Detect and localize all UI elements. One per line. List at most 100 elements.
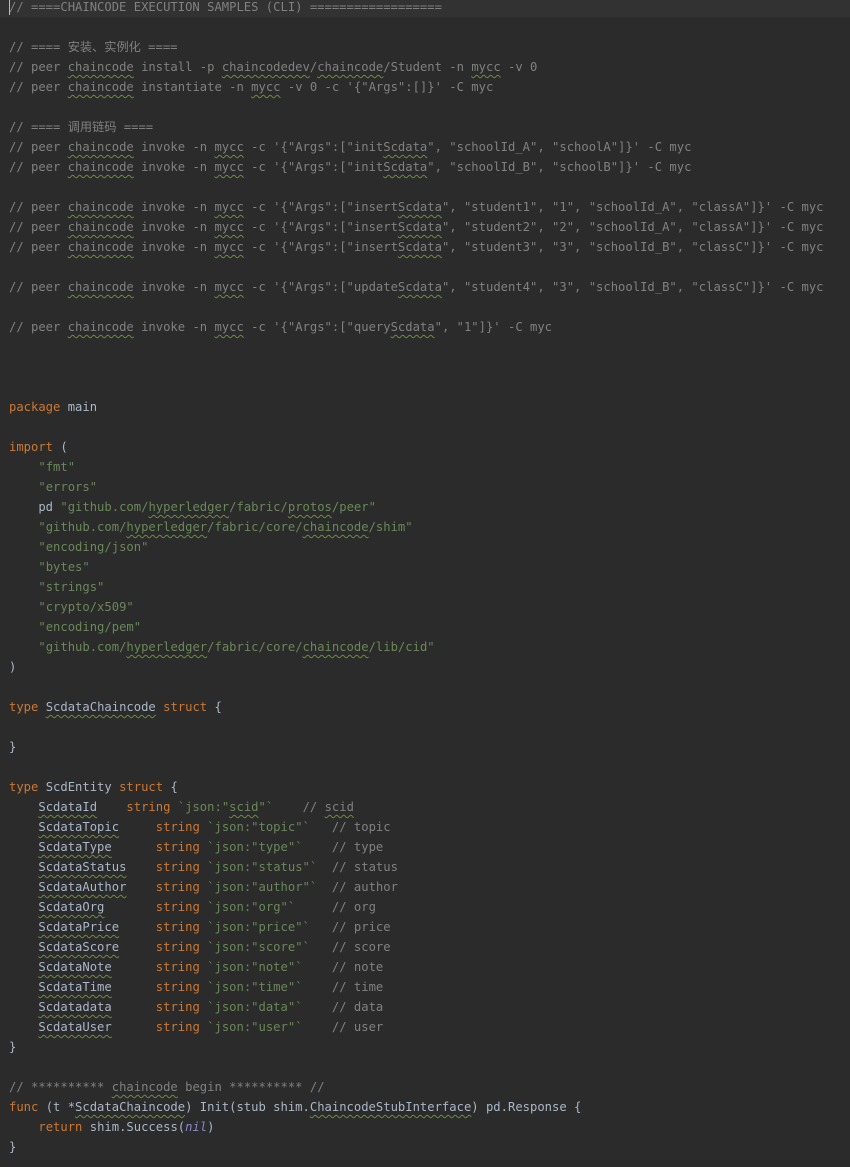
code-line-text: package main	[9, 397, 97, 417]
code-line[interactable]: "errors"	[0, 477, 850, 497]
code-line[interactable]: Scdatadata string `json:"data"` // data	[0, 997, 850, 1017]
code-line[interactable]	[0, 757, 850, 777]
code-line[interactable]	[0, 97, 850, 117]
code-line[interactable]	[0, 337, 850, 357]
code-line[interactable]	[0, 357, 850, 377]
code-line[interactable]: // peer chaincode invoke -n mycc -c '{"A…	[0, 197, 850, 217]
code-token: /peer"	[331, 500, 376, 514]
spellcheck-flagged-token: hyperledger	[148, 500, 230, 514]
code-token: shim.Success(	[82, 1120, 186, 1134]
code-line[interactable]	[0, 717, 850, 737]
code-token: // price	[331, 920, 391, 934]
code-line[interactable]: }	[0, 1037, 850, 1057]
code-token: string	[155, 980, 200, 994]
code-line[interactable]: ScdataUser string `json:"user"` // user	[0, 1017, 850, 1037]
code-line[interactable]: "fmt"	[0, 457, 850, 477]
spellcheck-flagged-token: mycc	[471, 60, 501, 74]
code-token: {	[207, 700, 222, 714]
code-line[interactable]: pd "github.com/hyperledger/fabric/protos…	[0, 497, 850, 517]
code-line[interactable]: ScdataTopic string `json:"topic"` // top…	[0, 817, 850, 837]
code-line[interactable]: // ==== 调用链码 ====	[0, 117, 850, 137]
code-line[interactable]	[0, 677, 850, 697]
code-line[interactable]: "bytes"	[0, 557, 850, 577]
code-line-text: "github.com/hyperledger/fabric/core/chai…	[9, 637, 434, 657]
code-editor[interactable]: // ====CHAINCODE EXECUTION SAMPLES (CLI)…	[0, 0, 850, 1167]
code-line[interactable]: ScdataType string `json:"type"` // type	[0, 837, 850, 857]
code-line[interactable]: "crypto/x509"	[0, 597, 850, 617]
spellcheck-flagged-token: hyperledger	[126, 520, 208, 534]
code-line[interactable]: // ==== 安装、实例化 ====	[0, 37, 850, 57]
code-token: string	[155, 1020, 200, 1034]
code-line[interactable]: type ScdataChaincode struct {	[0, 697, 850, 717]
spellcheck-flagged-token: ScdataNote	[38, 960, 112, 974]
spellcheck-flagged-token: ScdataTime	[38, 980, 112, 994]
spellcheck-flagged-token: chaincode	[67, 80, 134, 94]
code-line[interactable]: // ====CHAINCODE EXECUTION SAMPLES (CLI)…	[0, 0, 850, 17]
code-line[interactable]: }	[0, 737, 850, 757]
code-line[interactable]: // peer chaincode invoke -n mycc -c '{"A…	[0, 217, 850, 237]
code-line-text: ScdataStatus string `json:"status"` // s…	[9, 857, 398, 877]
code-line[interactable]: return shim.Success(nil)	[0, 1117, 850, 1137]
code-line[interactable]: ScdataTime string `json:"time"` // time	[0, 977, 850, 997]
code-line[interactable]	[0, 1057, 850, 1077]
code-line[interactable]: "encoding/json"	[0, 537, 850, 557]
code-line[interactable]: // peer chaincode invoke -n mycc -c '{"A…	[0, 157, 850, 177]
code-line[interactable]: // peer chaincode invoke -n mycc -c '{"A…	[0, 237, 850, 257]
code-line[interactable]: "github.com/hyperledger/fabric/core/chai…	[0, 517, 850, 537]
code-line[interactable]	[0, 377, 850, 397]
code-line[interactable]: ScdataId string `json:"scid"` // scid	[0, 797, 850, 817]
code-line[interactable]: func (t *ScdataChaincode) Init(stub shim…	[0, 1097, 850, 1117]
spellcheck-flagged-token: ChaincodeStubInterface	[309, 1100, 472, 1114]
code-line[interactable]: }	[0, 1137, 850, 1157]
spellcheck-flagged-token: Scdata	[397, 280, 442, 294]
code-token: invoke -n	[133, 200, 215, 214]
code-line[interactable]: // ********** chaincode begin **********…	[0, 1077, 850, 1097]
code-line[interactable]: "strings"	[0, 577, 850, 597]
code-token: // peer	[9, 200, 68, 214]
spellcheck-flagged-token: ScdataPrice	[38, 920, 120, 934]
code-line[interactable]: ScdataAuthor string `json:"author"` // a…	[0, 877, 850, 897]
code-line[interactable]: // peer chaincode invoke -n mycc -c '{"A…	[0, 137, 850, 157]
code-line[interactable]: // peer chaincode invoke -n mycc -c '{"A…	[0, 277, 850, 297]
code-token: invoke -n	[133, 140, 215, 154]
code-token: string	[155, 920, 200, 934]
code-line[interactable]	[0, 177, 850, 197]
code-line-text: ScdataNote string `json:"note"` // note	[9, 957, 383, 977]
code-line[interactable]: // peer chaincode install -p chaincodede…	[0, 57, 850, 77]
spellcheck-flagged-token: hyperledger	[126, 640, 208, 654]
code-line[interactable]: ScdataOrg string `json:"org"` // org	[0, 897, 850, 917]
spellcheck-flagged-token: ScdataTopic	[38, 820, 120, 834]
code-line-text: ScdataOrg string `json:"org"` // org	[9, 897, 376, 917]
code-line[interactable]: type ScdEntity struct {	[0, 777, 850, 797]
code-token: // peer	[9, 240, 68, 254]
code-line[interactable]: // peer chaincode invoke -n mycc -c '{"A…	[0, 317, 850, 337]
code-line[interactable]: ScdataStatus string `json:"status"` // s…	[0, 857, 850, 877]
code-line[interactable]: )	[0, 657, 850, 677]
code-token: "crypto/x509"	[38, 600, 134, 614]
code-line[interactable]	[0, 257, 850, 277]
spellcheck-flagged-token: chaincode	[302, 520, 369, 534]
code-line[interactable]: "github.com/hyperledger/fabric/core/chai…	[0, 637, 850, 657]
code-line[interactable]: // peer chaincode instantiate -n mycc -v…	[0, 77, 850, 97]
code-line[interactable]	[0, 17, 850, 37]
code-line-text: ScdataTopic string `json:"topic"` // top…	[9, 817, 390, 837]
code-line[interactable]: package main	[0, 397, 850, 417]
code-token: ", "student3", "3", "schoolId_B", "class…	[441, 240, 824, 254]
code-line[interactable]	[0, 417, 850, 437]
spellcheck-flagged-token: chaincode	[67, 320, 134, 334]
code-line[interactable]: ScdataScore string `json:"score"` // sco…	[0, 937, 850, 957]
code-line-text: return shim.Success(nil)	[9, 1117, 214, 1137]
code-token: `json:"status"`	[207, 860, 318, 874]
code-line[interactable]: "encoding/pem"	[0, 617, 850, 637]
code-token: ", "student4", "3", "schoolId_B", "class…	[441, 280, 824, 294]
code-token: // score	[331, 940, 391, 954]
code-line[interactable]	[0, 297, 850, 317]
code-line[interactable]: import (	[0, 437, 850, 457]
code-line[interactable]: ScdataNote string `json:"note"` // note	[0, 957, 850, 977]
code-token: func	[9, 1100, 39, 1114]
code-line[interactable]: ScdataPrice string `json:"price"` // pri…	[0, 917, 850, 937]
